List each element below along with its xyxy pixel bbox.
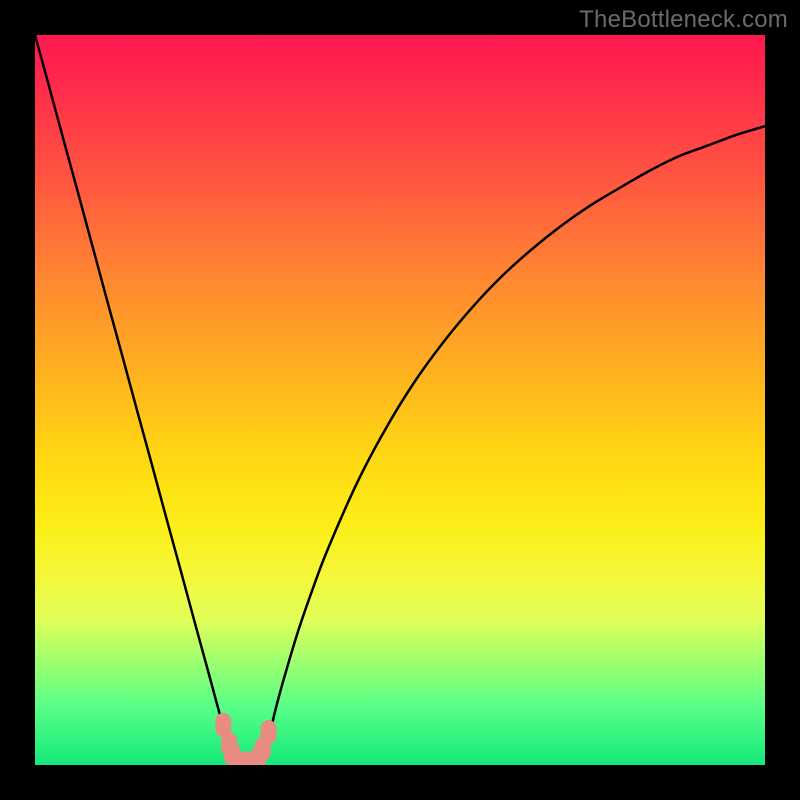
watermark-text: TheBottleneck.com [579, 6, 788, 34]
curve-marker [261, 720, 277, 744]
curve-markers [215, 713, 276, 765]
plot-area [35, 35, 765, 765]
bottleneck-curve [35, 35, 765, 765]
chart-frame: TheBottleneck.com [0, 0, 800, 800]
curve-line [35, 35, 765, 765]
